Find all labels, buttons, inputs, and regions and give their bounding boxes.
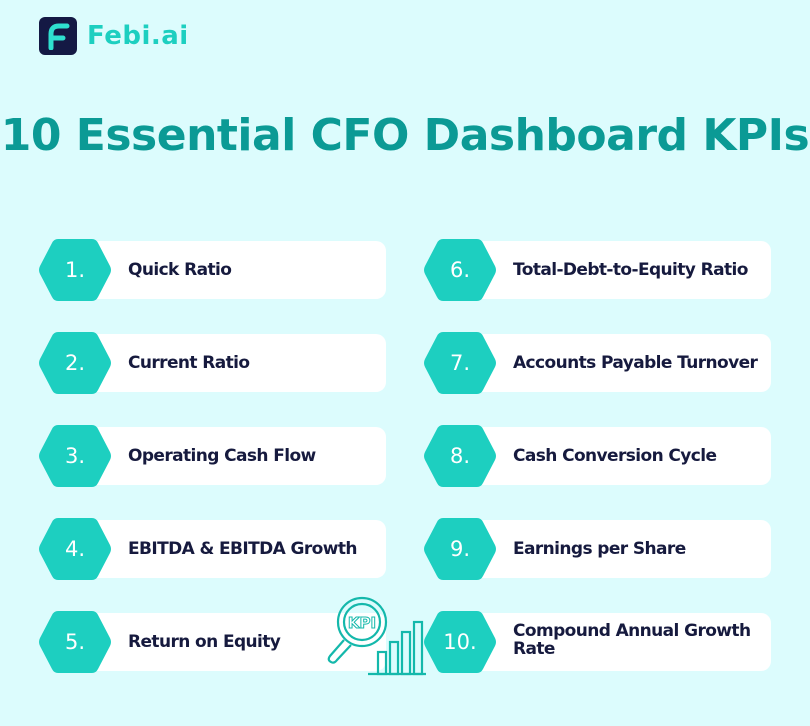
kpi-item: 9. Earnings per Share	[423, 518, 771, 580]
kpi-number: 3.	[64, 444, 86, 468]
kpi-magnifier-chart-icon: KPI	[327, 596, 426, 676]
kpi-item: 10. Compound Annual Growth Rate	[423, 611, 771, 673]
kpi-item: 2. Current Ratio	[38, 332, 386, 394]
kpi-label: Total-Debt-to-Equity Ratio	[513, 260, 748, 280]
kpi-number: 8.	[449, 444, 471, 468]
kpi-number: 6.	[449, 258, 471, 282]
kpi-label: Accounts Payable Turnover	[513, 353, 758, 373]
kpi-item: 7. Accounts Payable Turnover	[423, 332, 771, 394]
kpi-item: 6. Total-Debt-to-Equity Ratio	[423, 239, 771, 301]
kpi-number: 2.	[64, 351, 86, 375]
kpi-item: 8. Cash Conversion Cycle	[423, 425, 771, 487]
brand-name: Febi.ai	[87, 21, 189, 51]
kpi-number: 5.	[64, 630, 86, 654]
kpi-label: Current Ratio	[128, 353, 250, 373]
kpi-label: Earnings per Share	[513, 539, 686, 559]
febi-logo-icon	[39, 17, 77, 55]
kpi-number: 1.	[64, 258, 86, 282]
kpi-label: Operating Cash Flow	[128, 446, 316, 466]
brand-logo: Febi.ai	[39, 17, 189, 55]
kpi-item: 4. EBITDA & EBITDA Growth	[38, 518, 386, 580]
kpi-label: Return on Equity	[128, 632, 281, 652]
kpi-number: 9.	[449, 537, 471, 561]
kpi-item: 1. Quick Ratio	[38, 239, 386, 301]
kpi-label: Quick Ratio	[128, 260, 232, 280]
kpi-label: Compound Annual Growth Rate	[513, 621, 751, 659]
kpi-item: 3. Operating Cash Flow	[38, 425, 386, 487]
kpi-number: 7.	[449, 351, 471, 375]
page-title: 10 Essential CFO Dashboard KPIs	[0, 110, 810, 161]
kpi-number: 10.	[443, 630, 477, 654]
kpi-label: EBITDA & EBITDA Growth	[128, 539, 357, 559]
kpi-number: 4.	[64, 537, 86, 561]
kpi-label: Cash Conversion Cycle	[513, 446, 717, 466]
kpi-illustration-text: KPI	[348, 614, 376, 632]
